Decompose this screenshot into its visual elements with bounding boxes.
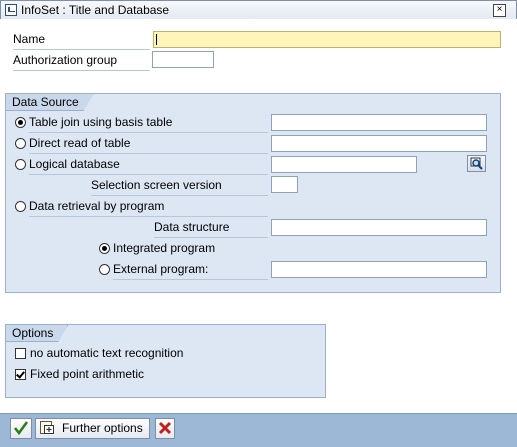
fixed-point-arithmetic-label: Fixed point arithmetic [30, 367, 145, 381]
options-title: Options [6, 325, 68, 342]
name-label: Name [13, 29, 150, 50]
further-options-label: Further options [62, 421, 143, 435]
integrated-program-label: Integrated program [113, 241, 216, 255]
data-retrieval-program-label: Data retrieval by program [29, 196, 268, 217]
checkbox-fixed-point-arithmetic[interactable] [15, 369, 26, 380]
text-caret [156, 34, 157, 45]
further-options-button[interactable]: Further options [35, 418, 150, 439]
window-titlebar: InfoSet : Title and Database × [0, 0, 517, 20]
data-structure-label: Data structure [154, 217, 268, 238]
checkbox-no-auto-text-recognition[interactable] [15, 348, 26, 359]
table-join-label: Table join using basis table [29, 112, 268, 133]
dialog-toolbar: Further options [0, 413, 517, 447]
external-program-label: External program: [113, 259, 268, 280]
search-help-button[interactable] [467, 155, 486, 172]
data-structure-field[interactable] [271, 219, 487, 236]
radio-external-program[interactable] [99, 264, 110, 275]
authorization-group-label: Authorization group [13, 50, 150, 71]
search-help-icon [470, 157, 483, 170]
details-icon [40, 421, 54, 434]
logical-database-field[interactable] [271, 156, 417, 173]
direct-table-field[interactable] [271, 135, 487, 152]
radio-logical-database[interactable] [15, 159, 26, 170]
data-source-title: Data Source [6, 94, 94, 111]
dialog-body: Name Authorization group Data Source Tab… [0, 19, 517, 413]
name-field[interactable] [153, 31, 501, 48]
selection-screen-version-label: Selection screen version [91, 175, 268, 196]
external-program-field[interactable] [271, 261, 487, 278]
authorization-group-field[interactable] [152, 51, 214, 68]
radio-integrated-program[interactable] [99, 243, 110, 254]
radio-table-join[interactable] [15, 117, 26, 128]
radio-direct-read[interactable] [15, 138, 26, 149]
checkmark-icon [13, 421, 29, 436]
cancel-x-icon [158, 421, 172, 435]
radio-data-retrieval-program[interactable] [15, 201, 26, 212]
cancel-button[interactable] [155, 418, 175, 439]
window-title: InfoSet : Title and Database [21, 3, 170, 17]
basis-table-field[interactable] [271, 114, 487, 131]
confirm-button[interactable] [10, 418, 32, 439]
window-icon [5, 4, 17, 16]
selection-screen-version-field[interactable] [271, 176, 298, 193]
no-auto-text-recognition-label: no automatic text recognition [30, 346, 184, 360]
direct-read-label: Direct read of table [29, 133, 268, 154]
close-icon[interactable]: × [493, 4, 506, 17]
logical-database-label: Logical database [29, 154, 268, 175]
